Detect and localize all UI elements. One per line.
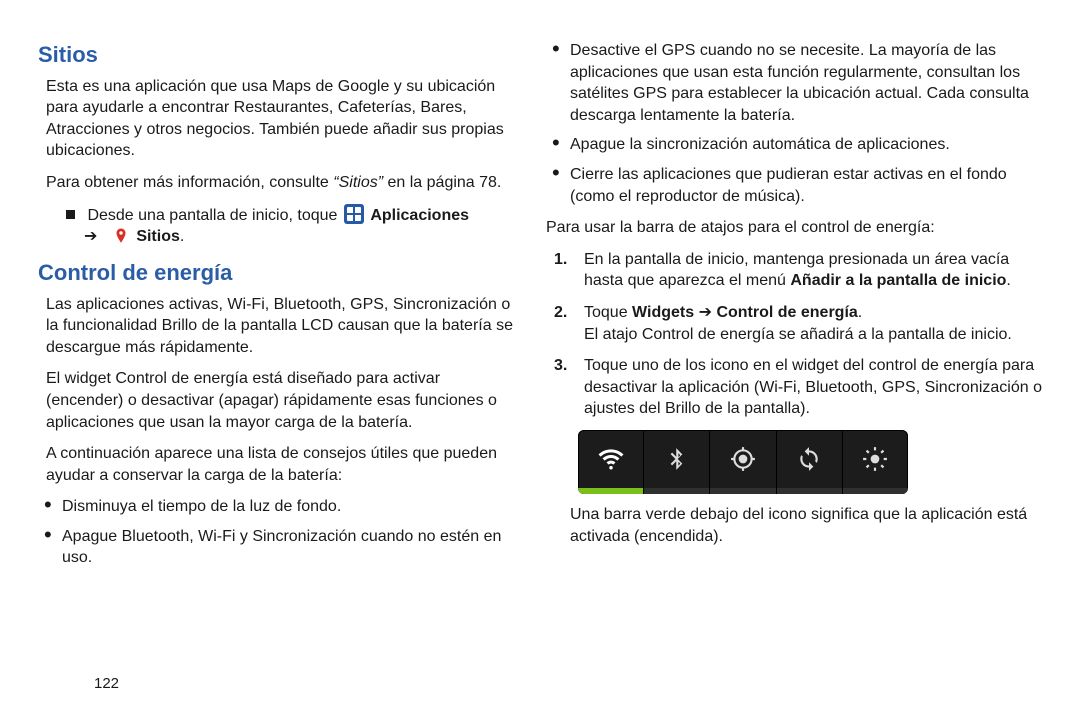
ref-prefix: Para obtener más información, consulte — [46, 174, 333, 191]
step-2-text-a: Toque — [584, 304, 632, 321]
status-seg — [578, 488, 644, 494]
period: . — [858, 304, 862, 321]
step-1: 1. En la pantalla de inicio, mantenga pr… — [554, 249, 1042, 292]
step-bullet-icon — [66, 210, 75, 219]
step-number: 1. — [554, 249, 567, 271]
step-2-tail: El atajo Control de energía se añadirá a… — [584, 326, 1012, 343]
step-2: 2. Toque Widgets ➔ Control de energía. E… — [554, 302, 1042, 345]
step-number: 2. — [554, 302, 567, 324]
tips-list-right: Desactive el GPS cuando no se necesite. … — [546, 40, 1042, 207]
applications-label: Aplicaciones — [370, 207, 469, 224]
arrow-icon: ➔ — [699, 304, 712, 321]
widget-brightness-toggle[interactable] — [843, 430, 908, 488]
tips-list-left: Disminuya el tiempo de la luz de fondo. … — [38, 496, 514, 569]
widget-wifi-toggle[interactable] — [578, 430, 644, 488]
after-widget-text: Una barra verde debajo del icono signifi… — [546, 504, 1042, 547]
widget-status-bar — [578, 488, 908, 494]
control-paragraph-1: Las aplicaciones activas, Wi-Fi, Bluetoo… — [38, 294, 514, 359]
tip-item: Apague Bluetooth, Wi-Fi y Sincronización… — [44, 526, 514, 569]
ref-suffix: en la página 78. — [388, 174, 502, 191]
status-seg — [843, 488, 908, 494]
tip-item: Disminuya el tiempo de la luz de fondo. — [44, 496, 514, 518]
step-number: 3. — [554, 355, 567, 377]
right-column: Desactive el GPS cuando no se necesite. … — [540, 40, 1042, 710]
arrow-icon: ➔ — [84, 228, 97, 245]
manual-page: Sitios Esta es una aplicación que usa Ma… — [0, 0, 1080, 720]
places-pin-icon — [112, 227, 130, 245]
gps-icon — [730, 446, 756, 472]
widget-bluetooth-toggle[interactable] — [644, 430, 710, 488]
heading-sitios: Sitios — [38, 40, 514, 70]
sitios-description: Esta es una aplicación que usa Maps de G… — [38, 76, 514, 162]
step-text-prefix: Desde una pantalla de inicio, toque — [87, 207, 341, 224]
step-2-control: Control de energía — [716, 304, 857, 321]
ref-quote: “Sitios” — [333, 174, 383, 191]
widget-gps-toggle[interactable] — [710, 430, 776, 488]
period: . — [1006, 272, 1010, 289]
page-number: 122 — [94, 674, 119, 694]
sync-icon — [796, 446, 822, 472]
control-paragraph-2: El widget Control de energía está diseña… — [38, 368, 514, 433]
sitios-reference: Para obtener más información, consulte “… — [38, 172, 514, 194]
sitios-label: Sitios — [136, 228, 180, 245]
brightness-icon — [862, 446, 888, 472]
step-1-bold: Añadir a la pantalla de inicio — [790, 272, 1006, 289]
tip-item: Apague la sincronización automática de a… — [552, 134, 1042, 156]
step-2-widgets: Widgets — [632, 304, 694, 321]
step-3-text: Toque uno de los icono en el widget del … — [584, 357, 1042, 417]
status-seg — [644, 488, 710, 494]
step-3: 3. Toque uno de los icono en el widget d… — [554, 355, 1042, 420]
bluetooth-icon — [664, 446, 690, 472]
control-paragraph-3: A continuación aparece una lista de cons… — [38, 443, 514, 486]
tip-item: Desactive el GPS cuando no se necesite. … — [552, 40, 1042, 126]
left-column: Sitios Esta es una aplicación que usa Ma… — [38, 40, 540, 710]
period: . — [180, 228, 184, 245]
steps-list: 1. En la pantalla de inicio, mantenga pr… — [546, 249, 1042, 420]
status-seg — [710, 488, 776, 494]
widget-sync-toggle[interactable] — [777, 430, 843, 488]
wifi-icon — [598, 446, 624, 472]
sitios-step: Desde una pantalla de inicio, toque Apli… — [38, 204, 514, 248]
widget-icons-row — [578, 430, 908, 488]
shortcut-intro: Para usar la barra de atajos para el con… — [546, 217, 1042, 239]
heading-control-energia: Control de energía — [38, 258, 514, 288]
tip-item: Cierre las aplicaciones que pudieran est… — [552, 164, 1042, 207]
status-seg — [777, 488, 843, 494]
applications-icon — [344, 204, 364, 224]
power-control-widget — [578, 430, 908, 494]
